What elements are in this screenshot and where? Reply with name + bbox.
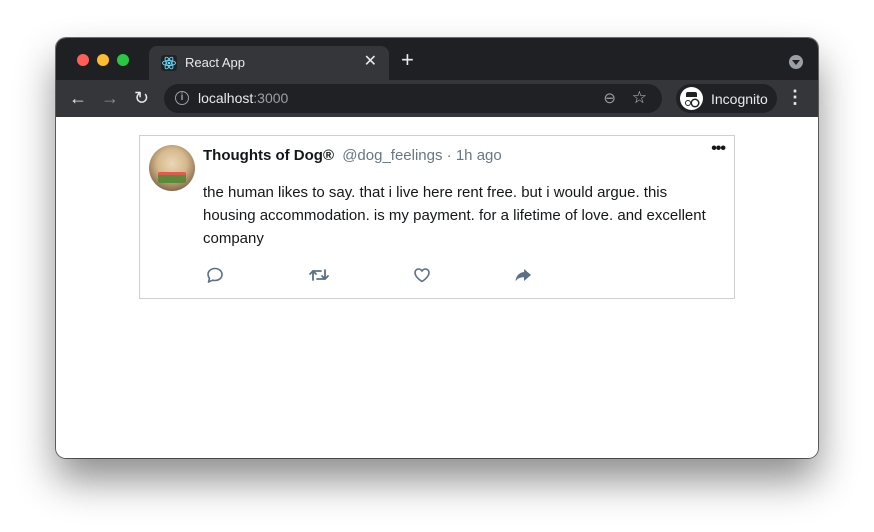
separator: · <box>446 147 452 164</box>
share-icon[interactable] <box>513 265 535 285</box>
url-port: :3000 <box>253 90 289 106</box>
new-tab-button[interactable]: + <box>401 49 414 71</box>
tab-react-app[interactable]: React App ✕ <box>149 46 389 80</box>
browser-toolbar: ← → ↻ i localhost:3000 ⊖ ☆ Incognito ⋮ <box>56 80 818 117</box>
tab-search-icon[interactable] <box>789 55 803 69</box>
bookmark-star-icon[interactable]: ☆ <box>632 88 647 108</box>
page-content: Thoughts of Dog® @dog_feelings · 1h ago … <box>56 117 818 458</box>
author-handle[interactable]: @dog_feelings <box>342 147 442 164</box>
avatar-image-detail <box>158 172 186 183</box>
zoom-out-icon[interactable]: ⊖ <box>603 89 616 107</box>
url-host: localhost <box>198 90 254 106</box>
close-tab-icon[interactable]: ✕ <box>364 53 377 71</box>
tweet-text: the human likes to say. that i live here… <box>203 184 706 247</box>
browser-window: React App ✕ + ← → ↻ i localhost:3000 ⊖ ☆… <box>56 38 818 458</box>
react-logo-icon <box>161 55 177 71</box>
retweet-icon[interactable] <box>308 265 330 285</box>
incognito-icon <box>680 87 703 110</box>
tweet-header: Thoughts of Dog® @dog_feelings · 1h ago <box>203 147 502 164</box>
info-icon[interactable]: i <box>175 91 189 105</box>
incognito-profile-button[interactable]: Incognito <box>676 84 777 113</box>
close-window-button[interactable] <box>77 54 89 66</box>
reply-icon[interactable] <box>205 265 227 285</box>
maximize-window-button[interactable] <box>117 54 129 66</box>
url-text[interactable]: localhost:3000 <box>198 90 288 106</box>
like-icon[interactable] <box>412 265 434 285</box>
timestamp[interactable]: 1h ago <box>456 147 502 164</box>
minimize-window-button[interactable] <box>97 54 109 66</box>
more-options-icon[interactable]: ••• <box>711 140 726 158</box>
back-button[interactable]: ← <box>69 87 87 109</box>
reload-button[interactable]: ↻ <box>134 87 149 109</box>
forward-button[interactable]: → <box>101 87 119 109</box>
address-bar[interactable]: i localhost:3000 ⊖ ☆ <box>164 84 662 113</box>
avatar[interactable] <box>149 145 195 191</box>
tweet-card: Thoughts of Dog® @dog_feelings · 1h ago … <box>139 135 735 299</box>
tab-title: React App <box>185 55 245 70</box>
profile-label: Incognito <box>711 91 768 107</box>
tab-strip: React App ✕ + <box>56 38 818 80</box>
browser-menu-icon[interactable]: ⋮ <box>786 87 804 107</box>
author-name[interactable]: Thoughts of Dog® <box>203 147 334 164</box>
